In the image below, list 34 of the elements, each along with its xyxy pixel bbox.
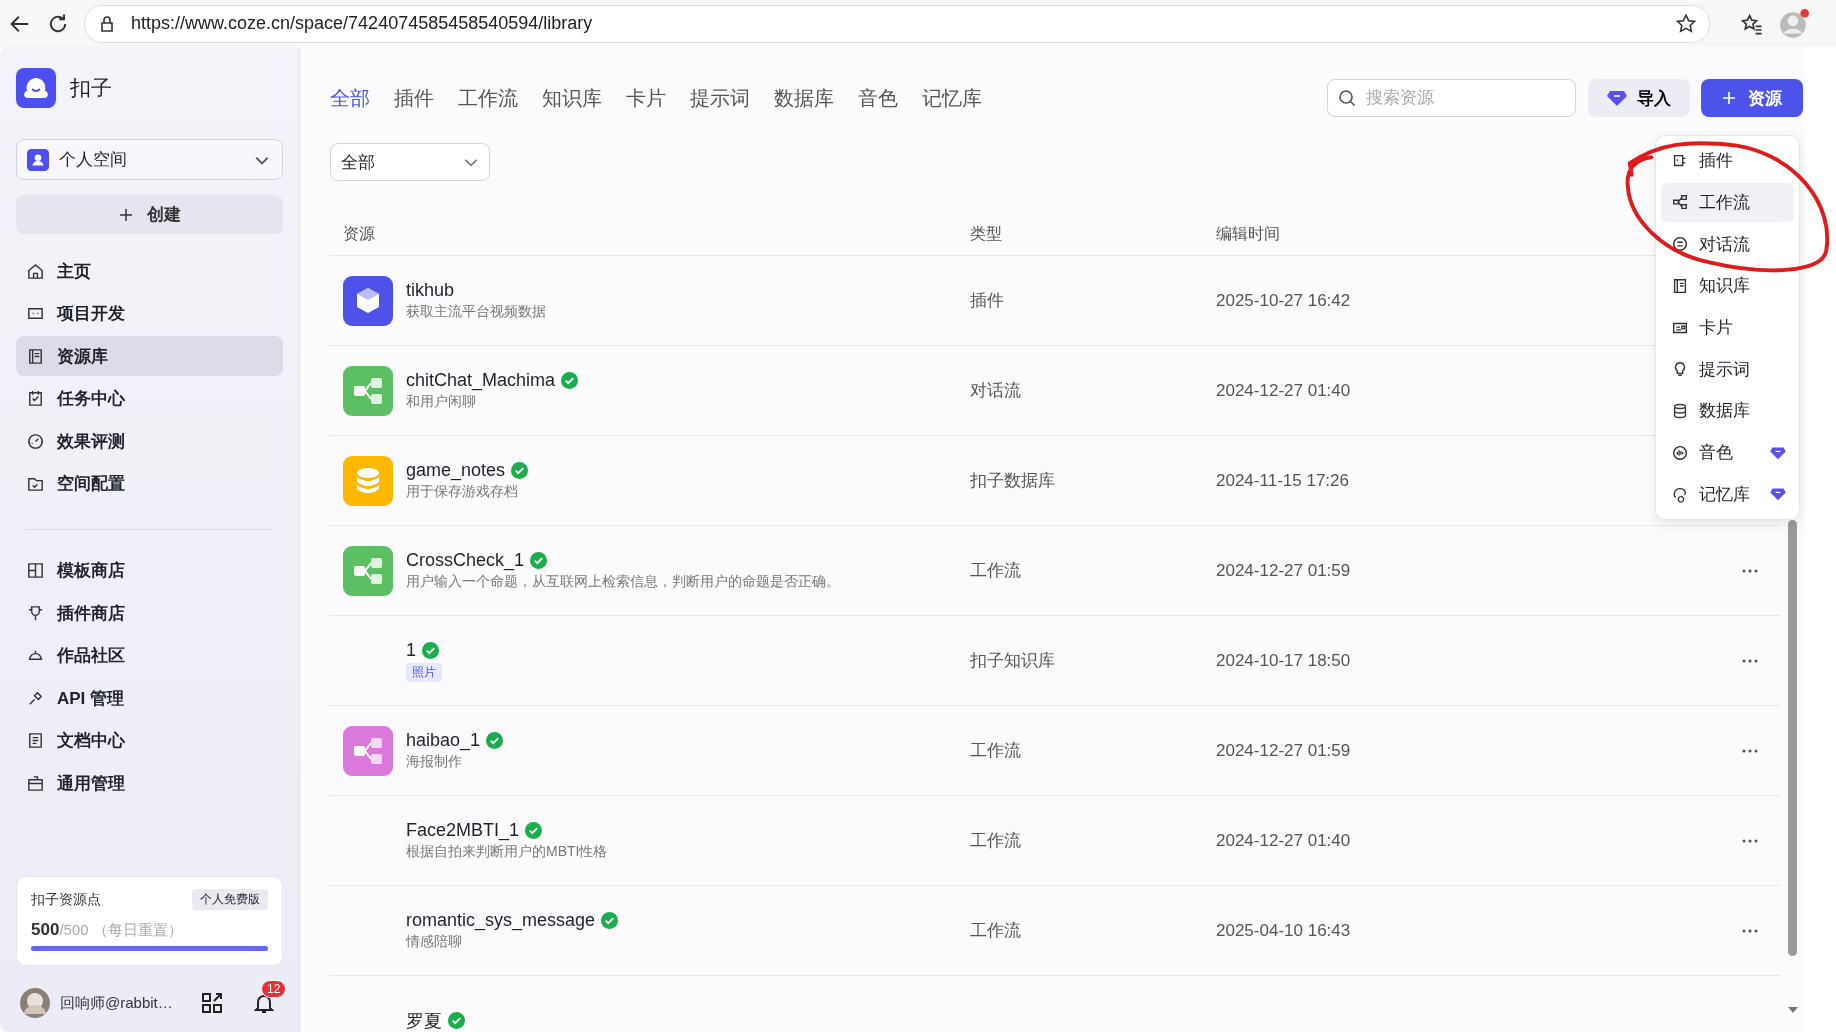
type-cell-text: 工作流 [970, 830, 1022, 852]
time-cell-text: 2024-10-17 18:50 [1216, 650, 1352, 671]
time-cell-text: 2024-12-27 01:40 [1216, 380, 1352, 401]
resource-description: 海报制作 [406, 753, 462, 771]
plan-badge: 个人免费版 [192, 889, 268, 910]
time-cell-text: 2025-10-27 16:42 [1216, 290, 1352, 311]
brand-name: 扣子 [70, 75, 112, 101]
type-cell-text: 对话流 [970, 380, 1022, 402]
time-cell-text: 2024-12-27 01:59 [1216, 560, 1352, 581]
time-cell-text: 2024-11-15 17:26 [1216, 470, 1350, 491]
type-cell-text: 工作流 [970, 740, 1022, 762]
resource-description: 根据自拍来判断用户的MBTI性格 [406, 843, 608, 861]
column-header: 资源 [342, 223, 376, 244]
resource-description: 获取主流平台视频数据 [406, 303, 546, 321]
points-title: 扣子资源点 [31, 890, 101, 909]
points-count: 500/500 （每日重置） [31, 920, 184, 940]
time-cell-text: 2025-04-10 16:43 [1216, 920, 1352, 941]
resource-description: 用户输入一个命题，从互联网上检索信息，判断用户的命题是否正确。 [406, 573, 840, 591]
type-cell-text: 扣子数据库 [970, 470, 1056, 492]
time-cell-text: 2024-12-27 01:40 [1216, 830, 1352, 851]
type-cell-text: 工作流 [970, 560, 1022, 582]
type-cell-text: 插件 [970, 290, 1005, 312]
type-cell-text: 扣子知识库 [970, 650, 1056, 672]
notification-badge: 12 [261, 980, 287, 998]
space-name: 个人空间 [59, 149, 128, 171]
resource-description: 和用户闲聊 [406, 393, 476, 411]
column-header: 编辑时间 [1216, 223, 1281, 244]
type-cell-text: 工作流 [970, 920, 1022, 942]
resource-description: 用于保存游戏存档 [406, 483, 518, 501]
column-header: 类型 [970, 223, 1003, 244]
url-text: https://www.coze.cn/space/7424074585458540594/library [131, 13, 594, 34]
time-cell-text: 2024-12-27 01:59 [1216, 740, 1352, 761]
resource-tag: 照片 [406, 662, 442, 682]
resource-description: 情感陪聊 [406, 933, 462, 951]
